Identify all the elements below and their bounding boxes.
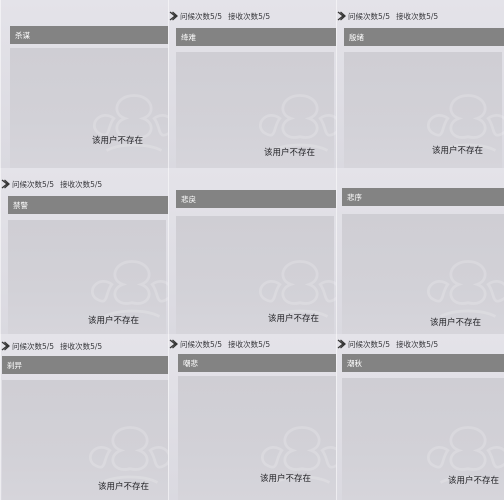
user-not-found-message: 该用户不存在 [432, 146, 484, 156]
receive-label: 接收次数 [396, 339, 427, 349]
receive-count: 5/5 [90, 179, 103, 189]
user-not-found-message: 该用户不存在 [430, 318, 482, 328]
user-not-found-message: 该用户不存在 [88, 316, 140, 326]
user-card[interactable]: 问候次数 5/5 接收次数 5/5 嘲悲 该用户不存在 [168, 334, 336, 500]
greeting-count: 5/5 [42, 341, 55, 351]
greeting-label: 问候次数 [348, 339, 378, 349]
avatar-panel [10, 48, 168, 168]
user-name-bar: 嘲悲 [178, 354, 336, 372]
user-grid: 杀谋 该用户不存在 问候次数 5/5 接收次数 5/5 绛难 该用户不存在 问候次数 5/5… [0, 0, 504, 500]
interaction-status-line: 问候次数 5/5 接收次数 5/5 [0, 176, 168, 192]
chevron-right-icon [337, 11, 346, 21]
user-card[interactable]: 杀谋该用户不存在 [0, 0, 168, 168]
greeting-count: 5/5 [210, 339, 223, 349]
interaction-status-line: 问候次数 5/5 接收次数 5/5 [336, 336, 504, 352]
receive-count: 5/5 [258, 339, 271, 349]
greeting-label: 问候次数 [12, 341, 42, 351]
greeting-label: 问候次数 [180, 339, 210, 349]
user-card[interactable]: 悲序该用户不存在 [336, 168, 504, 334]
user-card[interactable]: 问候次数 5/5 接收次数 5/5 绛难 该用户不存在 [168, 0, 336, 168]
greeting-count: 5/5 [378, 11, 391, 21]
user-name: 殷绪 [349, 32, 364, 42]
greeting-label: 问候次数 [348, 11, 378, 21]
receive-count: 5/5 [258, 11, 271, 21]
user-name: 潮秋 [347, 358, 362, 368]
receive-count: 5/5 [90, 341, 103, 351]
user-not-found-message: 该用户不存在 [448, 476, 500, 486]
user-name-bar: 刹异 [2, 356, 168, 374]
user-card[interactable]: 悲戾该用户不存在 [168, 168, 336, 334]
chevron-right-icon [1, 179, 10, 189]
avatar-panel [8, 220, 168, 334]
user-not-found-message: 该用户不存在 [268, 314, 320, 324]
receive-label: 接收次数 [228, 339, 259, 349]
user-card[interactable]: 问候次数 5/5 接收次数 5/5 刹异 该用户不存在 [0, 334, 168, 500]
greeting-count: 5/5 [210, 11, 223, 21]
chevron-right-icon [169, 339, 178, 349]
user-name-bar: 殷绪 [344, 28, 504, 46]
user-card[interactable]: 问候次数 5/5 接收次数 5/5 禁警 该用户不存在 [0, 168, 168, 334]
interaction-status-line: 问候次数 5/5 接收次数 5/5 [168, 8, 336, 24]
greeting-label: 问候次数 [180, 11, 210, 21]
avatar-panel [178, 376, 336, 500]
user-not-found-message: 该用户不存在 [98, 482, 150, 492]
chevron-right-icon [1, 341, 10, 351]
user-name-bar: 绛难 [176, 28, 336, 46]
chevron-right-icon [169, 11, 178, 21]
user-card[interactable]: 问候次数 5/5 接收次数 5/5 殷绪 该用户不存在 [336, 0, 504, 168]
interaction-status-line: 问候次数 5/5 接收次数 5/5 [0, 338, 168, 354]
receive-label: 接收次数 [60, 341, 91, 351]
greeting-label: 问候次数 [12, 179, 42, 189]
user-name-bar: 悲戾 [176, 190, 336, 208]
receive-label: 接收次数 [60, 179, 91, 189]
user-not-found-message: 该用户不存在 [92, 136, 144, 146]
user-card[interactable]: 问候次数 5/5 接收次数 5/5 潮秋 该用户不存在 [336, 334, 504, 500]
cloud-ornament-icon [427, 260, 504, 318]
user-name: 禁警 [13, 200, 28, 210]
user-name: 嘲悲 [183, 358, 198, 368]
receive-count: 5/5 [426, 11, 439, 21]
user-name-bar: 禁警 [8, 196, 168, 214]
receive-count: 5/5 [426, 339, 439, 349]
user-name-bar: 悲序 [342, 188, 504, 206]
interaction-status-line: 问候次数 5/5 接收次数 5/5 [336, 8, 504, 24]
receive-label: 接收次数 [396, 11, 427, 21]
cloud-ornament-icon [93, 94, 168, 152]
receive-label: 接收次数 [228, 11, 259, 21]
user-name: 悲序 [347, 192, 362, 202]
greeting-count: 5/5 [42, 179, 55, 189]
user-name: 杀谋 [15, 30, 30, 40]
user-name: 绛难 [181, 32, 196, 42]
greeting-count: 5/5 [378, 339, 391, 349]
user-name-bar: 杀谋 [10, 26, 168, 44]
user-name: 悲戾 [181, 194, 196, 204]
user-name: 刹异 [7, 360, 22, 370]
user-not-found-message: 该用户不存在 [264, 148, 316, 158]
interaction-status-line: 问候次数 5/5 接收次数 5/5 [168, 336, 336, 352]
user-not-found-message: 该用户不存在 [260, 474, 312, 484]
chevron-right-icon [337, 339, 346, 349]
user-name-bar: 潮秋 [342, 354, 504, 372]
